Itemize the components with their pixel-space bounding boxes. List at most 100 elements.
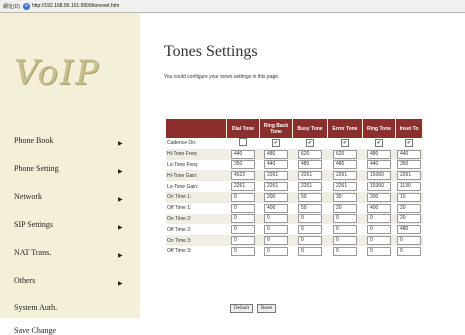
- tone-value-input[interactable]: 400: [264, 203, 288, 213]
- row-label: Off Time 1:: [167, 205, 192, 212]
- tone-value-input[interactable]: 0: [298, 236, 322, 246]
- tone-value-input[interactable]: 2261: [264, 171, 288, 181]
- reset-button[interactable]: Reset: [257, 304, 277, 313]
- tone-value-input[interactable]: 2261: [333, 171, 357, 181]
- tone-value-input[interactable]: 15360: [367, 182, 391, 192]
- tone-value-input[interactable]: 0: [367, 214, 391, 224]
- table-cell: 0: [293, 246, 328, 257]
- tone-value-input[interactable]: 0: [231, 246, 255, 256]
- tone-value-input[interactable]: 2261: [231, 182, 255, 192]
- default-button[interactable]: Default: [230, 304, 253, 313]
- tone-value-input[interactable]: 2261: [264, 182, 288, 192]
- tone-value-input[interactable]: 0: [264, 236, 288, 246]
- tone-value-input[interactable]: 50: [298, 203, 322, 213]
- tone-value-input[interactable]: 0: [367, 225, 391, 235]
- table-cell: 0: [292, 235, 328, 246]
- tone-value-input[interactable]: 0: [264, 225, 288, 235]
- cadence-checkbox[interactable]: ✔: [405, 139, 413, 148]
- tone-value-input[interactable]: 2261: [298, 182, 322, 192]
- tone-value-input[interactable]: 0: [264, 214, 288, 224]
- tone-value-input[interactable]: 0: [367, 236, 391, 246]
- tone-value-input[interactable]: 480: [264, 149, 288, 159]
- tone-value-input[interactable]: 0: [298, 246, 322, 256]
- row-label: Hi-Tone Freq:: [166, 148, 227, 160]
- tone-value-input[interactable]: 50: [298, 192, 322, 202]
- sidebar-item-phone-book[interactable]: Phone Book ▶: [14, 136, 123, 147]
- table-cell: 0: [328, 224, 363, 235]
- tone-value-input[interactable]: 440: [264, 160, 288, 170]
- tone-value-input[interactable]: 0: [264, 246, 288, 256]
- table-cell: 0: [327, 235, 363, 246]
- table-cell: 2261: [328, 181, 363, 192]
- table-cell: 0: [328, 246, 363, 257]
- tone-value-input[interactable]: 0: [333, 236, 357, 246]
- tone-value-input[interactable]: 0: [231, 192, 255, 202]
- tone-value-input[interactable]: 480: [367, 149, 391, 159]
- tone-value-input[interactable]: 480: [298, 160, 322, 170]
- table-cell: 50: [292, 191, 328, 203]
- table-cell: 0: [227, 246, 260, 257]
- table-cell: 50: [293, 203, 328, 214]
- tone-value-input[interactable]: 2261: [397, 171, 421, 181]
- table-cell: 0: [226, 191, 260, 203]
- table-cell: 0: [327, 213, 363, 225]
- tone-value-input[interactable]: 440: [397, 149, 421, 159]
- tone-value-input[interactable]: 0: [397, 236, 421, 246]
- tone-value-input[interactable]: 350: [231, 160, 255, 170]
- tones-table: Dial Tone Ring Back Tone Busy Tone Error…: [166, 119, 423, 257]
- tone-value-input[interactable]: 0: [397, 246, 421, 256]
- table-cell: 480: [328, 160, 363, 171]
- sidebar-item-system-auth[interactable]: System Auth.: [14, 303, 57, 312]
- address-url[interactable]: http://192.168.96.101:9999/toneset.htm: [32, 3, 119, 9]
- cadence-checkbox[interactable]: ✔: [375, 139, 383, 148]
- cadence-checkbox[interactable]: [239, 138, 247, 147]
- tone-value-input[interactable]: 0: [333, 225, 357, 235]
- tone-value-input[interactable]: 15360: [367, 171, 391, 181]
- tone-value-input[interactable]: 30: [333, 192, 357, 202]
- tone-value-input[interactable]: 0: [333, 214, 357, 224]
- cadence-checkbox[interactable]: ✔: [272, 139, 280, 148]
- tone-value-input[interactable]: 2261: [298, 171, 322, 181]
- tone-value-input[interactable]: 0: [231, 236, 255, 246]
- table-row: On Time 1: 0 200 50 30 200 10: [166, 191, 423, 203]
- tone-value-input[interactable]: 200: [264, 192, 288, 202]
- sidebar-item-nat-trans[interactable]: NAT Trans. ▶: [14, 248, 123, 259]
- tone-value-input[interactable]: 0: [231, 214, 255, 224]
- tone-value-input[interactable]: 620: [333, 149, 357, 159]
- table-row: Lo-Tone Gain: 2261 2261 2261 2261 15360 1130: [166, 181, 423, 192]
- sidebar-item-sip-settings[interactable]: SIP Settings ▶: [14, 220, 123, 231]
- tone-value-input[interactable]: 480: [397, 225, 421, 235]
- table-cell: 350: [227, 160, 260, 171]
- tone-value-input[interactable]: 1130: [397, 182, 421, 192]
- tone-value-input[interactable]: 480: [333, 160, 357, 170]
- sidebar-item-others[interactable]: Others ▶: [14, 276, 123, 287]
- tone-value-input[interactable]: 0: [231, 225, 255, 235]
- tone-value-input[interactable]: 350: [397, 160, 421, 170]
- table-row: On Time 2: 0 0 0 0 0 20: [166, 213, 423, 225]
- sidebar-item-save-change[interactable]: Save Change: [14, 326, 56, 335]
- tone-value-input[interactable]: 0: [298, 225, 322, 235]
- tone-value-input[interactable]: 400: [367, 203, 391, 213]
- tone-value-input[interactable]: 440: [367, 160, 391, 170]
- tone-value-input[interactable]: 440: [231, 149, 255, 159]
- tone-value-input[interactable]: 0: [367, 246, 391, 256]
- tone-value-input[interactable]: 10: [397, 192, 421, 202]
- sidebar-item-phone-setting[interactable]: Phone Setting ▶: [14, 164, 123, 175]
- tone-value-input[interactable]: 4522: [231, 171, 255, 181]
- tone-value-input[interactable]: 0: [298, 214, 322, 224]
- tone-value-input[interactable]: 20: [333, 203, 357, 213]
- cadence-checkbox[interactable]: ✔: [341, 139, 349, 148]
- tone-value-input[interactable]: 0: [231, 203, 255, 213]
- tone-value-input[interactable]: 0: [333, 246, 357, 256]
- tone-value-input[interactable]: 20: [397, 214, 421, 224]
- table-cell: ✔: [328, 138, 363, 149]
- tone-value-input[interactable]: 20: [397, 203, 421, 213]
- table-cell: 20: [396, 203, 423, 214]
- table-cell: 2261: [395, 170, 423, 182]
- table-cell: 4522: [226, 170, 260, 182]
- tone-value-input[interactable]: 620: [298, 149, 322, 159]
- sidebar-item-network[interactable]: Network ▶: [14, 192, 123, 203]
- tone-value-input[interactable]: 200: [367, 192, 391, 202]
- tone-value-input[interactable]: 2261: [333, 182, 357, 192]
- cadence-checkbox[interactable]: ✔: [306, 139, 314, 148]
